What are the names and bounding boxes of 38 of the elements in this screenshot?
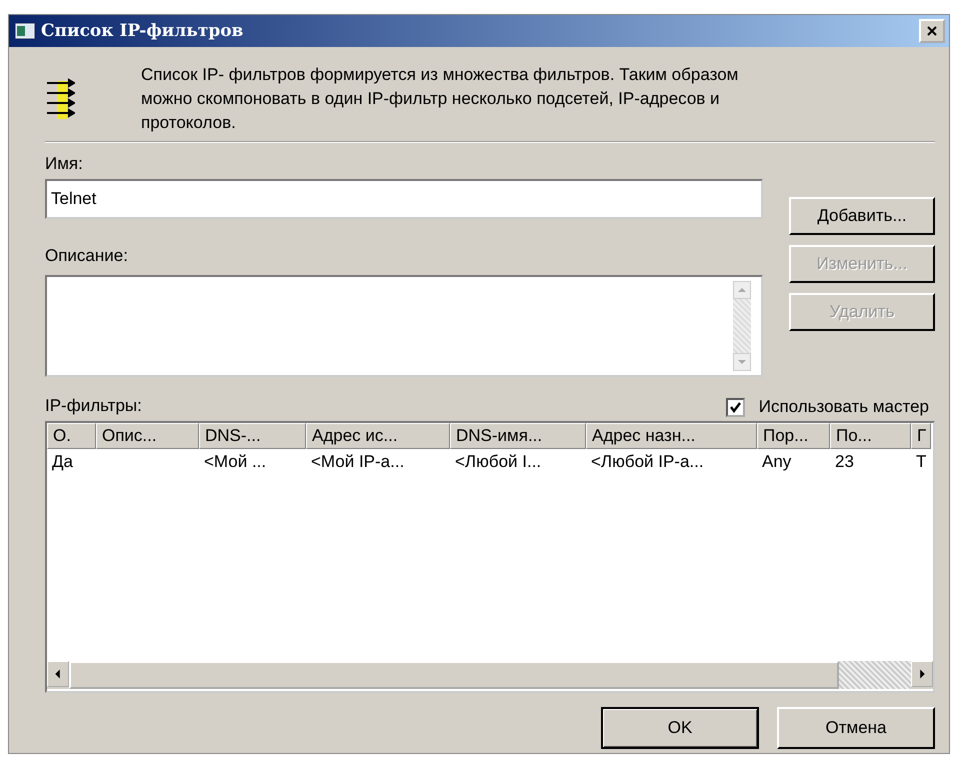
filters-label: IP-фильтры: xyxy=(45,395,142,417)
table-cell: <Любой IP-а... xyxy=(591,452,704,471)
column-header[interactable]: Пор... xyxy=(757,423,830,449)
scroll-up-icon[interactable] xyxy=(733,281,751,299)
dialog-button[interactable]: OK xyxy=(601,707,759,749)
table-cell: Any xyxy=(762,452,792,471)
vertical-scrollbar[interactable] xyxy=(733,281,751,371)
close-icon xyxy=(926,25,938,37)
name-field[interactable]: Telnet xyxy=(45,179,763,219)
scroll-right-icon[interactable] xyxy=(911,661,933,687)
table-cell: <Мой ... xyxy=(204,452,266,471)
dialog-button[interactable]: Отмена xyxy=(777,707,935,749)
window-icon xyxy=(15,23,35,39)
column-header[interactable]: Г xyxy=(911,423,931,449)
name-label: Имя: xyxy=(45,153,84,175)
action-button[interactable]: Добавить... xyxy=(789,197,935,235)
scroll-down-icon[interactable] xyxy=(733,353,751,371)
wizard-label: Использовать мастер xyxy=(758,397,929,417)
table-cell: Да xyxy=(52,452,73,471)
column-header[interactable]: О. xyxy=(47,423,96,449)
wizard-checkbox[interactable] xyxy=(726,398,745,416)
scroll-left-icon[interactable] xyxy=(47,661,69,687)
table-cell: Т xyxy=(916,452,926,471)
description-label: Описание: xyxy=(45,245,129,267)
window-title: Список IP-фильтров xyxy=(41,21,244,41)
description-field[interactable] xyxy=(45,275,763,377)
column-header[interactable]: DNS-... xyxy=(199,423,306,449)
close-button[interactable] xyxy=(919,19,945,43)
column-header[interactable]: Опис... xyxy=(96,423,199,449)
column-header[interactable]: По... xyxy=(830,423,911,449)
column-header[interactable]: Адрес ис... xyxy=(306,423,450,449)
column-header[interactable]: DNS-имя... xyxy=(450,423,586,449)
table-cell: <Мой IP-а... xyxy=(311,452,404,471)
column-header[interactable]: Адрес назн... xyxy=(586,423,757,449)
intro-text: Список IP- фильтров формируется из множества фильтров. Таким образом можно скомпоновать в один IP-фильтр несколько подсетей, IP-адресов и протоколов. xyxy=(141,64,740,134)
table-cell: <Любой I... xyxy=(455,452,542,471)
table-cell: 23 xyxy=(835,452,854,471)
checkmark-icon xyxy=(728,400,742,414)
